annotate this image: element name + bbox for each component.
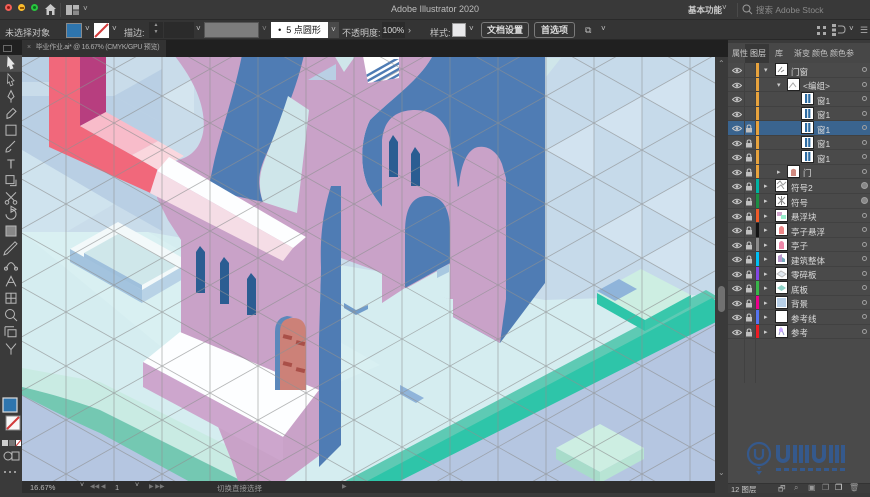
svg-text:T: T bbox=[7, 156, 15, 171]
